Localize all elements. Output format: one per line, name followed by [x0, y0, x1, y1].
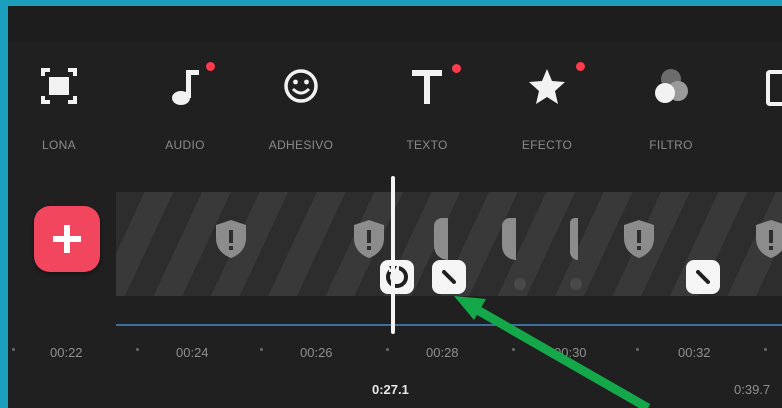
- annotation-arrow: [454, 296, 651, 408]
